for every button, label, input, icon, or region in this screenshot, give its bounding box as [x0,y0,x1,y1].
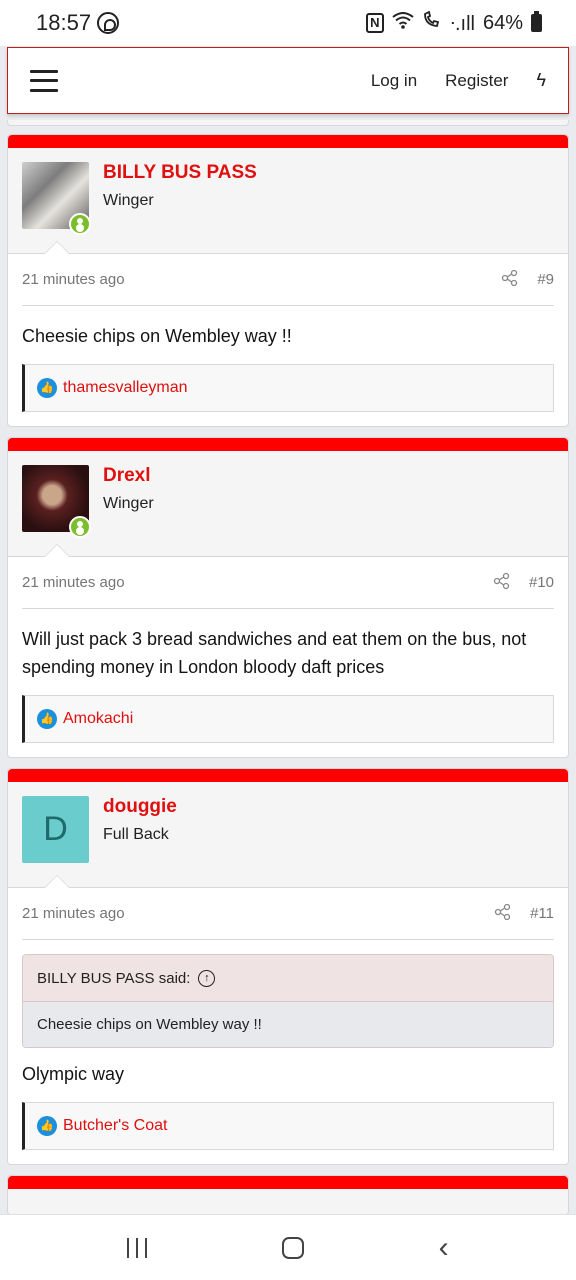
post-accent-bar [8,1176,568,1189]
post-accent-bar [8,769,568,782]
like-icon: 👍 [37,378,57,398]
post: BILLY BUS PASS Winger 21 minutes ago #9 … [7,134,569,427]
post: Drexl Winger 21 minutes ago #10 Will jus… [7,437,569,758]
post-time[interactable]: 21 minutes ago [22,574,125,591]
post-user-block: BILLY BUS PASS Winger [8,148,568,254]
post-number[interactable]: #9 [537,271,554,288]
app-header: Log in Register ϟ [7,47,569,114]
post-user-block: Drexl Winger [8,451,568,557]
liked-by-link[interactable]: Amokachi [63,710,133,728]
status-bar: 18:57 N ᐧ.ıll 64% [0,0,576,46]
like-icon: 👍 [37,1116,57,1136]
share-icon[interactable] [494,903,512,925]
post-feed: BILLY BUS PASS Winger 21 minutes ago #9 … [7,120,569,1225]
like-icon: 👍 [37,709,57,729]
avatar-letter: D [22,796,89,863]
share-icon[interactable] [493,572,511,594]
liked-by-link[interactable]: thamesvalleyman [63,379,188,397]
post [7,1175,569,1215]
previous-post-edge [7,120,569,126]
signal-icon: ᐧ.ıll [449,12,475,35]
post-accent-bar [8,438,568,451]
username-link[interactable]: BILLY BUS PASS [103,162,257,184]
username-link[interactable]: douggie [103,796,177,818]
status-icons: N ᐧ.ıll 64% [365,10,542,36]
register-link[interactable]: Register [445,71,508,91]
post-time[interactable]: 21 minutes ago [22,905,125,922]
post-body: Will just pack 3 bread sandwiches and ea… [22,629,527,677]
online-status-icon [69,213,91,235]
system-nav-bar: ‹ [0,1214,576,1280]
post-number[interactable]: #10 [529,574,554,591]
reactions-bar[interactable]: 👍 thamesvalleyman [22,364,554,412]
post-accent-bar [8,135,568,148]
post-user-block: D douggie Full Back [8,782,568,888]
post-body: Olympic way [22,1064,125,1084]
status-time: 18:57 [36,10,92,35]
call-icon [422,10,442,35]
nfc-icon: N [365,13,384,33]
home-button[interactable] [281,1236,304,1259]
user-title: Winger [103,495,154,512]
username-link[interactable]: Drexl [103,465,154,487]
online-status-icon [69,516,91,538]
post-user-block [8,1189,568,1214]
login-link[interactable]: Log in [371,71,417,91]
menu-icon[interactable] [30,69,58,92]
share-icon[interactable] [501,269,519,291]
post-number[interactable]: #11 [530,905,554,922]
wifi-icon [392,11,414,35]
post-body: Cheesie chips on Wembley way !! [22,326,292,346]
back-button[interactable]: ‹ [439,1232,449,1262]
header-links: Log in Register ϟ [371,70,546,91]
post: D douggie Full Back 21 minutes ago #11 B… [7,768,569,1165]
reactions-bar[interactable]: 👍 Amokachi [22,695,554,743]
avatar[interactable] [22,162,91,235]
go-to-quoted-post-icon[interactable]: ↑ [198,969,216,987]
user-block-pointer [44,875,70,888]
battery-percent: 64% [482,11,523,34]
user-block-pointer [44,241,70,254]
user-title: Winger [103,192,154,209]
reactions-bar[interactable]: 👍 Butcher's Coat [22,1102,554,1150]
user-block-pointer [44,544,70,557]
whats-new-icon[interactable]: ϟ [536,70,546,91]
user-title: Full Back [103,826,169,843]
post-meta: 21 minutes ago #9 [22,254,554,306]
quote-author-link[interactable]: BILLY BUS PASS said: [37,970,190,987]
quote-header: BILLY BUS PASS said: ↑ [23,955,553,1002]
battery-icon [531,11,542,32]
quote-text: Cheesie chips on Wembley way !! [23,1002,553,1047]
post-meta: 21 minutes ago #10 [22,557,554,609]
liked-by-link[interactable]: Butcher's Coat [63,1117,167,1135]
post-meta: 21 minutes ago #11 [22,888,554,940]
quote-block: BILLY BUS PASS said: ↑ Cheesie chips on … [22,954,554,1048]
post-time[interactable]: 21 minutes ago [22,271,125,288]
recent-apps-button[interactable] [127,1237,148,1258]
whatsapp-icon [97,12,120,34]
avatar[interactable] [22,465,91,538]
avatar[interactable]: D [22,796,89,863]
